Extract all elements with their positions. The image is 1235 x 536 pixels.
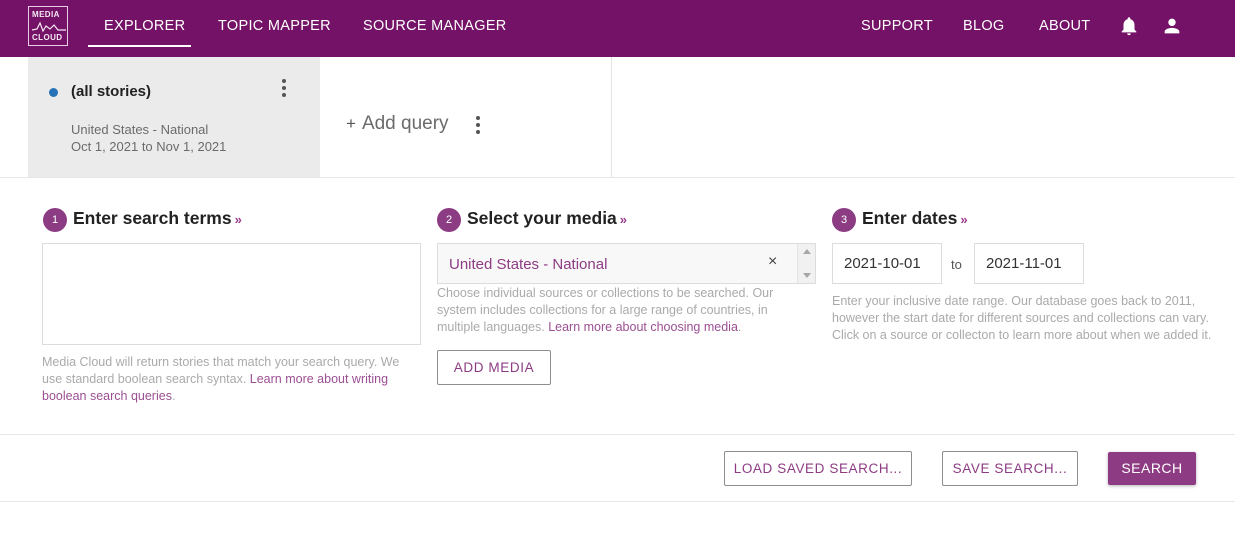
logo-wave-icon: [31, 21, 66, 33]
media-help: Choose individual sources or collections…: [437, 285, 807, 336]
load-saved-search-button[interactable]: LOAD SAVED SEARCH...: [724, 451, 912, 486]
media-select-field[interactable]: United States - National ×: [437, 243, 816, 284]
nav-explorer[interactable]: EXPLORER: [104, 18, 185, 34]
step-3-title: Enter dates»: [862, 208, 968, 229]
remove-media-icon[interactable]: ×: [768, 253, 777, 271]
save-search-button[interactable]: SAVE SEARCH...: [942, 451, 1078, 486]
logo-text-top: MEDIA: [32, 10, 60, 19]
nav-topic-mapper[interactable]: TOPIC MAPPER: [218, 18, 331, 34]
step-2-title: Select your media»: [467, 208, 627, 229]
step-1-badge: 1: [43, 208, 67, 232]
nav-about[interactable]: ABOUT: [1039, 18, 1090, 34]
add-query-label: Add query: [361, 113, 449, 134]
end-date-input[interactable]: 2021-11-01: [974, 243, 1084, 284]
step-2-raquo: »: [619, 212, 628, 227]
media-cloud-logo[interactable]: MEDIA CLOUD: [28, 6, 68, 46]
step-1-raquo: »: [234, 212, 242, 227]
selected-media-chip[interactable]: United States - National: [449, 256, 607, 273]
divider-actions-top: [0, 434, 1235, 435]
query-color-dot[interactable]: [49, 88, 58, 97]
query-title: (all stories): [71, 83, 152, 100]
media-help-end: .: [737, 320, 742, 334]
step-3-raquo: »: [960, 212, 968, 227]
search-terms-input[interactable]: [42, 243, 421, 345]
top-nav-bar: MEDIA CLOUD EXPLORER TOPIC MAPPER SOURCE…: [0, 0, 1235, 57]
nav-blog[interactable]: BLOG: [963, 18, 1005, 34]
search-help-end: .: [171, 389, 176, 403]
nav-support[interactable]: SUPPORT: [861, 18, 933, 34]
logo-text-bottom: CLOUD: [32, 33, 63, 42]
add-query-button[interactable]: + Add query: [346, 113, 449, 135]
step-3-title-text: Enter dates: [862, 208, 958, 228]
date-separator: to: [951, 257, 962, 272]
step-1-title-text: Enter search terms: [73, 208, 232, 228]
divider-top: [0, 177, 1235, 178]
scroll-up-icon[interactable]: [803, 249, 811, 254]
add-media-button[interactable]: ADD MEDIA: [437, 350, 551, 385]
nav-source-manager[interactable]: SOURCE MANAGER: [363, 18, 507, 34]
query-collection: United States - National: [71, 122, 209, 137]
search-terms-help: Media Cloud will return stories that mat…: [42, 354, 412, 405]
divider-actions-bottom: [0, 501, 1235, 502]
step-3-badge: 3: [832, 208, 856, 232]
bell-icon[interactable]: [1118, 15, 1140, 37]
start-date-input[interactable]: 2021-10-01: [832, 243, 942, 284]
step-2-title-text: Select your media: [467, 208, 617, 228]
query-more-icon[interactable]: [278, 77, 290, 99]
step-1-title: Enter search terms»: [73, 208, 242, 229]
user-icon[interactable]: [1161, 15, 1183, 37]
query-strip-divider: [611, 57, 612, 177]
media-scrollbar[interactable]: [797, 244, 815, 283]
query-date-range: Oct 1, 2021 to Nov 1, 2021: [71, 139, 227, 154]
query-card-all-stories[interactable]: (all stories) United States - National O…: [28, 57, 320, 177]
scroll-down-icon[interactable]: [803, 273, 811, 278]
search-button[interactable]: SEARCH: [1108, 452, 1196, 485]
active-tab-indicator: [88, 45, 191, 47]
dates-help: Enter your inclusive date range. Our dat…: [832, 294, 1212, 342]
plus-icon: +: [346, 114, 356, 133]
step-2-badge: 2: [437, 208, 461, 232]
add-query-more-icon[interactable]: [472, 114, 484, 136]
choosing-media-link[interactable]: Learn more about choosing media: [548, 320, 738, 334]
